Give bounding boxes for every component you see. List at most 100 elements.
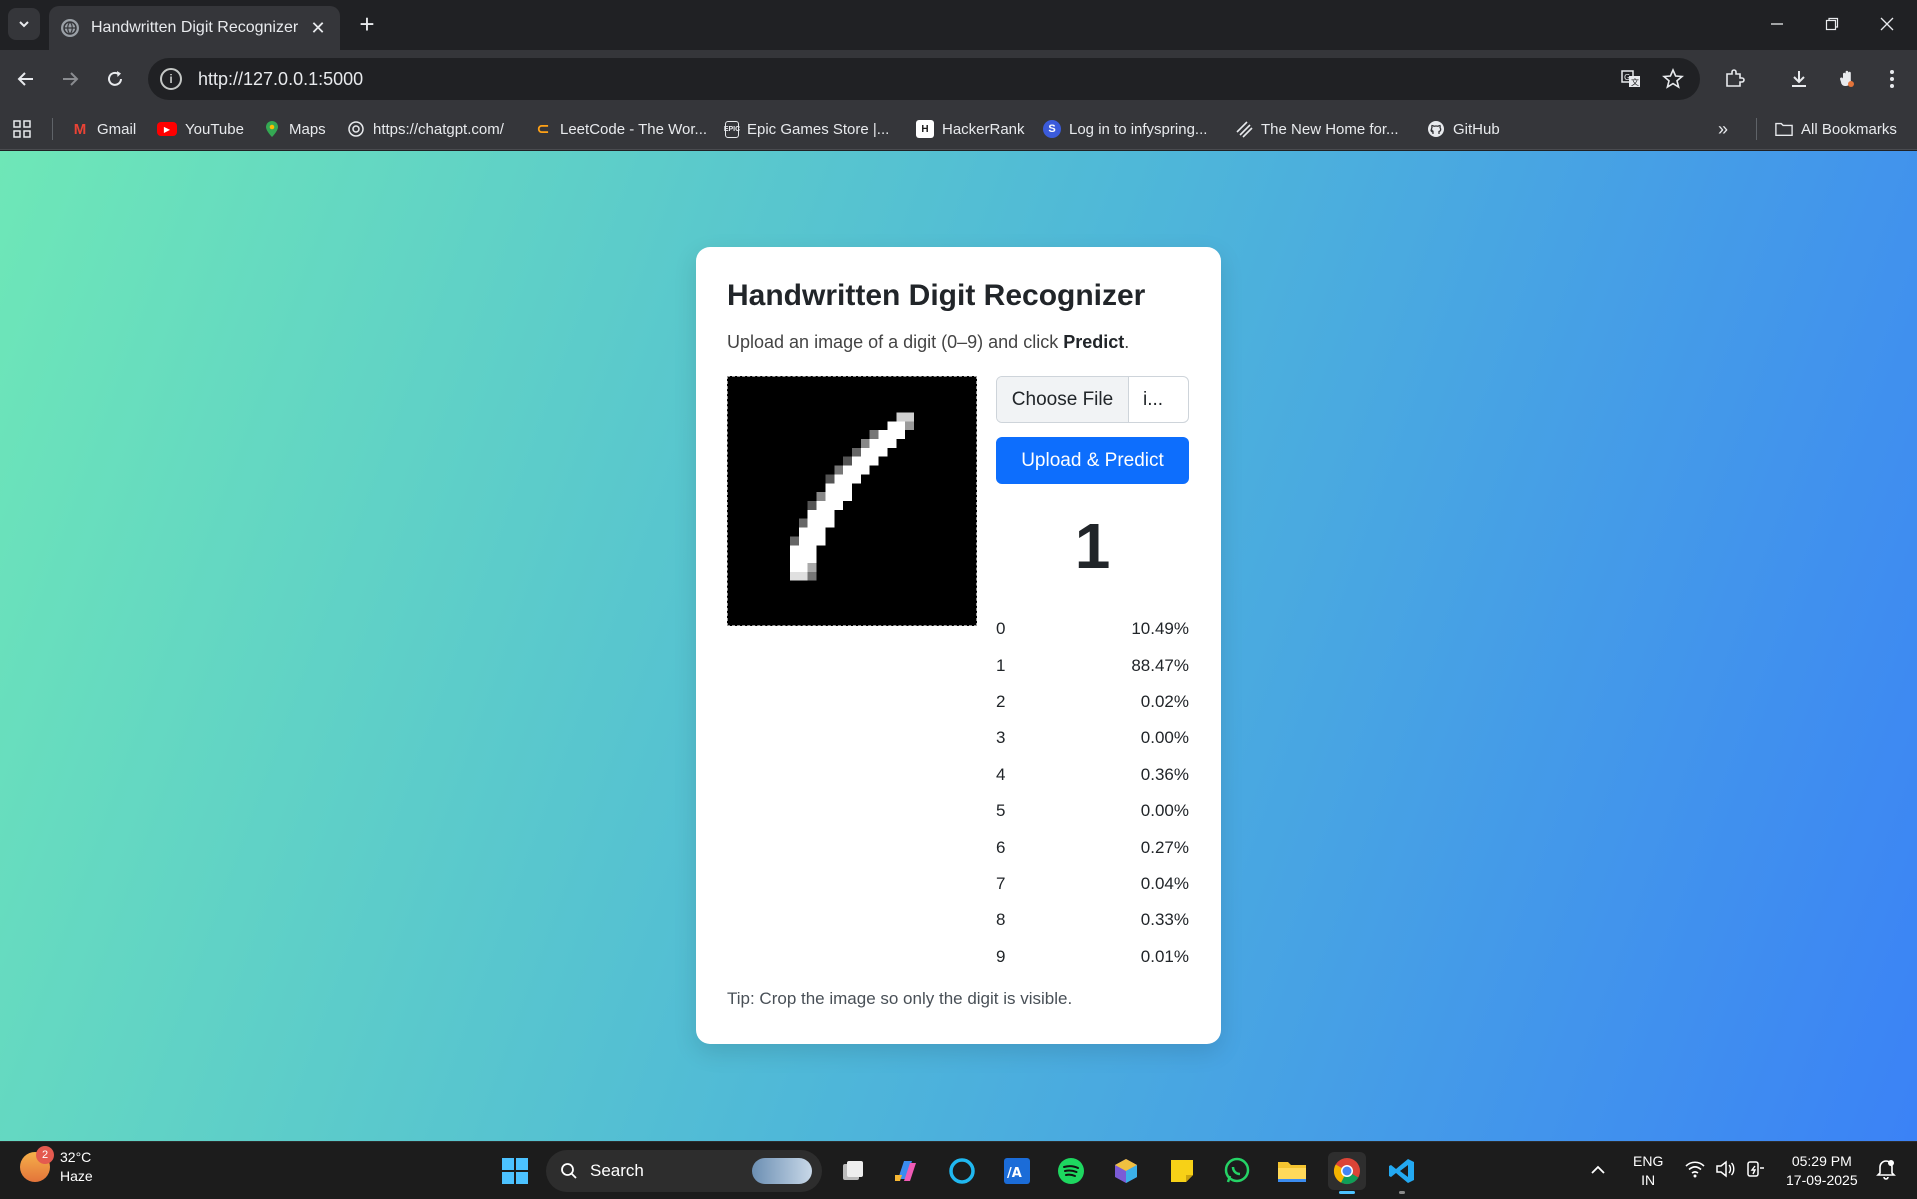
back-button[interactable] [10,63,42,95]
epic-games-icon: EPIC [724,120,740,138]
forward-button[interactable] [54,63,86,95]
running-app-indicator [1399,1191,1405,1194]
battery-icon [1747,1161,1764,1177]
probability-digit: 2 [996,691,1006,711]
globe-icon [61,19,79,37]
cube-icon [1115,1159,1137,1183]
download-icon [1792,71,1806,87]
address-bar[interactable]: i http://127.0.0.1:5000 文G [148,58,1700,100]
spotify-app[interactable] [1052,1152,1090,1190]
bookmark-github[interactable]: GitHub [1427,108,1500,150]
search-icon [561,1163,577,1179]
bookmark-maps[interactable]: Maps [263,108,326,150]
bookmark-label: GitHub [1453,120,1500,138]
instructions-prefix: Upload an image of a digit (0–9) and cli… [727,332,1064,352]
probability-row: 0 10.49% [996,611,1189,647]
active-app-indicator [1339,1191,1355,1194]
bookmark-stack[interactable]: The New Home for... [1235,108,1399,150]
upload-predict-button[interactable]: Upload & Predict [996,437,1189,484]
leetcode-icon: ⊂ [536,121,550,138]
bookmark-gmail[interactable]: M Gmail [71,108,136,150]
bookmark-label: Maps [289,120,326,138]
chrome-app[interactable] [1328,1152,1366,1194]
profile-button[interactable] [1831,63,1863,95]
svg-text:G: G [1624,73,1630,82]
browser-menu-button[interactable] [1876,63,1908,95]
choose-file-button[interactable]: Choose File [997,377,1129,422]
probability-row: 6 0.27% [996,829,1189,865]
notifications-button[interactable] [1876,1158,1896,1185]
restore-button[interactable] [1812,8,1852,40]
page-title: Handwritten Digit Recognizer [727,279,1146,312]
bookmark-leetcode[interactable]: ⊂ LeetCode - The Wor... [534,108,707,150]
probability-digit: 1 [996,655,1006,675]
region-code: IN [1641,1172,1656,1188]
bookmark-epic-games[interactable]: EPIC Epic Games Store |... [724,108,890,150]
clock[interactable]: 05:29 PM 17-09-2025 [1786,1152,1858,1190]
probability-row: 1 88.47% [996,647,1189,683]
cortana-app[interactable] [943,1152,981,1190]
apps-button[interactable] [12,108,32,150]
sticky-notes-app[interactable] [1163,1152,1201,1190]
bookmark-label: The New Home for... [1261,120,1399,138]
browser-toolbar: i http://127.0.0.1:5000 文G [0,50,1917,108]
weather-widget[interactable]: 2 32°C Haze [20,1146,93,1186]
site-info-icon[interactable]: i [160,68,182,90]
probability-row: 4 0.36% [996,757,1189,793]
bookmark-label: HackerRank [942,120,1025,138]
infyspring-icon: S [1043,120,1061,138]
probability-value: 0.36% [1140,764,1189,784]
minimize-button[interactable] [1757,8,1797,40]
restore-icon [1825,17,1839,31]
downloads-button[interactable] [1783,63,1815,95]
extensions-button[interactable] [1718,63,1750,95]
chatgpt-icon [347,120,365,138]
all-bookmarks-label: All Bookmarks [1801,120,1897,138]
probability-value: 0.01% [1140,946,1189,966]
bookmark-chatgpt[interactable]: https://chatgpt.com/ [347,108,504,150]
probability-row: 7 0.04% [996,866,1189,902]
all-bookmarks-button[interactable]: All Bookmarks [1775,108,1897,150]
bookmark-hackerrank[interactable]: H HackerRank [916,108,1025,150]
copilot-app[interactable] [887,1152,925,1190]
bookmark-infyspring[interactable]: S Log in to infyspring... [1043,108,1207,150]
language-indicator[interactable]: ENG IN [1633,1152,1663,1190]
bookmarks-bar: M Gmail ▶ YouTube Maps https://chatgpt.c… [0,108,1917,150]
maps-icon [263,120,281,138]
bookmark-youtube[interactable]: ▶ YouTube [157,108,244,150]
translate-icon[interactable]: 文G [1616,64,1646,94]
task-view-button[interactable] [834,1152,872,1190]
reload-button[interactable] [99,63,131,95]
cube-app[interactable] [1107,1152,1145,1190]
probability-digit: 4 [996,764,1006,784]
probability-row: 9 0.01% [996,939,1189,975]
file-input[interactable]: Choose File i... [996,376,1189,423]
new-tab-button[interactable]: + [352,10,382,40]
tip-text: Tip: Crop the image so only the digit is… [727,989,1073,1008]
tab-close-icon[interactable]: ✕ [308,18,328,39]
vscode-app[interactable] [1383,1152,1421,1194]
probability-row: 5 0.00% [996,793,1189,829]
taskbar-search[interactable]: Search [546,1150,822,1192]
file-explorer-app[interactable] [1273,1152,1311,1190]
bookmark-label: https://chatgpt.com/ [373,120,504,138]
url-text[interactable]: http://127.0.0.1:5000 [198,69,1616,90]
show-hidden-icons-button[interactable] [1590,1162,1606,1181]
more-bookmarks-button[interactable]: » [1718,108,1728,150]
system-status-icons[interactable] [1685,1160,1765,1178]
probability-value: 88.47% [1131,655,1189,675]
whatsapp-app[interactable] [1218,1152,1256,1190]
bookmark-star-icon[interactable] [1658,64,1688,94]
gmail-icon: M [73,120,87,138]
chevron-up-icon [1591,1165,1605,1174]
bookmarks-divider [1756,118,1757,140]
tab-title: Handwritten Digit Recognizer [91,19,299,36]
app-launcher-ma[interactable]: /A [998,1152,1036,1190]
close-window-button[interactable] [1867,8,1907,40]
bookmark-label: Epic Games Store |... [747,120,890,138]
browser-tab[interactable]: Handwritten Digit Recognizer ✕ [49,6,340,50]
svg-text:文: 文 [1631,77,1639,87]
search-label: Search [590,1161,644,1180]
start-button[interactable] [496,1152,534,1190]
tab-search-button[interactable] [8,8,40,40]
